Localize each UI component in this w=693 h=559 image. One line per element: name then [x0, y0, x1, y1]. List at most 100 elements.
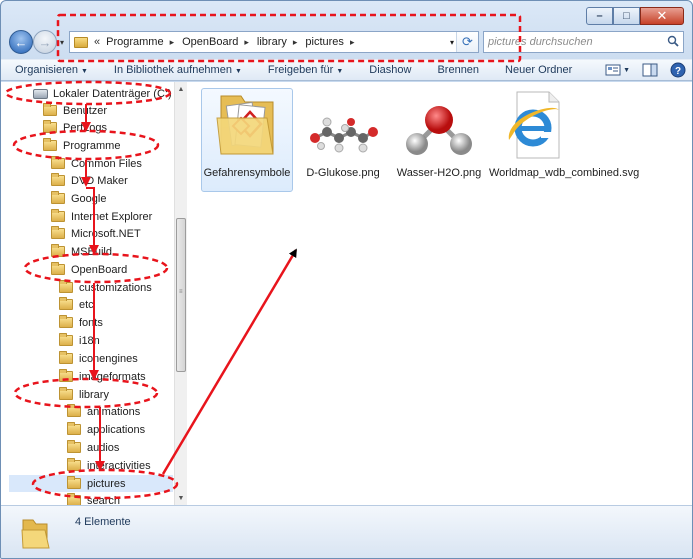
tree-item-audios[interactable]: audios: [67, 439, 119, 456]
tree-item-microsoft-net[interactable]: Microsoft.NET: [51, 225, 141, 242]
file-item-gefahrensymbole[interactable]: Gefahrensymbole: [201, 88, 293, 192]
scrollbar-thumb[interactable]: ≡: [176, 218, 186, 372]
tree-item-benutzer[interactable]: Benutzer: [43, 102, 107, 119]
command-bar: Organisieren ▼ In Bibliothek aufnehmen ▼ F…: [1, 59, 692, 81]
tree-item-applications[interactable]: applications: [67, 421, 145, 438]
details-pane: 4 Elemente: [1, 505, 692, 558]
tree-item-interactivities[interactable]: interactivities: [67, 457, 151, 474]
file-item-wasser-h2o[interactable]: Wasser-H2O.png: [393, 88, 485, 179]
grip-icon: ≡: [179, 289, 183, 295]
folder-icon: [51, 244, 65, 257]
address-history-dropdown[interactable]: ▾: [450, 38, 454, 47]
navigation-row: ← → ▾ « Programme ▸ OpenBoard ▸ library …: [7, 29, 686, 55]
caption-buttons: – □ ✕: [586, 7, 684, 25]
recent-pages-dropdown[interactable]: ▾: [60, 38, 64, 47]
burn-button[interactable]: Brennen: [437, 64, 479, 76]
file-label: Worldmap_wdb_combined.svg: [489, 167, 640, 179]
tree-item-iconengines[interactable]: iconengines: [59, 350, 138, 367]
content-area: Lokaler Datenträger (C:) Benutzer PerfLo…: [1, 82, 692, 505]
file-item-worldmap-svg[interactable]: Worldmap_wdb_combined.svg: [489, 88, 640, 179]
tree-item-search[interactable]: search: [67, 492, 120, 505]
file-label: D-Glukose.png: [306, 167, 380, 179]
folder-icon: [216, 95, 274, 155]
tree-item-dvd-maker[interactable]: DVD Maker: [51, 172, 128, 189]
molecule-image-icon: [406, 106, 472, 155]
tree-item-i18n[interactable]: i18n: [59, 332, 100, 349]
tree-item-pictures[interactable]: pictures: [9, 475, 173, 492]
chevron-right-icon[interactable]: ▸: [293, 37, 298, 48]
folder-icon: [21, 519, 50, 549]
folder-tree: Lokaler Datenträger (C:) Benutzer PerfLo…: [1, 82, 173, 505]
tree-scrollbar[interactable]: ▲ ≡ ▼: [174, 82, 187, 505]
chevron-right-icon[interactable]: ▸: [350, 37, 355, 48]
tree-item-local-disk[interactable]: Lokaler Datenträger (C:): [33, 85, 172, 102]
internet-explorer-icon: [508, 91, 560, 159]
folder-icon: [59, 351, 73, 364]
include-in-library-menu[interactable]: In Bibliothek aufnehmen ▼: [114, 64, 242, 76]
folder-icon: [51, 173, 65, 186]
scroll-down-arrow[interactable]: ▼: [175, 491, 187, 505]
folder-icon: [67, 440, 81, 453]
hard-drive-icon: [33, 88, 48, 99]
address-bar[interactable]: « Programme ▸ OpenBoard ▸ library ▸ pict…: [69, 31, 479, 53]
folder-icon: [59, 297, 73, 310]
maximize-button[interactable]: □: [613, 7, 640, 25]
folder-icon: [51, 262, 65, 275]
folder-icon: [59, 387, 73, 400]
chevron-right-icon[interactable]: ▸: [170, 37, 175, 48]
scroll-up-arrow[interactable]: ▲: [175, 82, 187, 96]
folder-icon: [51, 156, 65, 169]
folder-icon: [59, 333, 73, 346]
file-item-d-glukose[interactable]: D-Glukose.png: [297, 88, 389, 179]
breadcrumb-openboard[interactable]: OpenBoard: [182, 36, 238, 48]
svg-text:?: ?: [675, 66, 681, 77]
chevron-down-icon: ▼: [234, 68, 242, 75]
tree-item-openboard[interactable]: OpenBoard: [51, 261, 127, 278]
toolbar-right-group: ▼ ?: [605, 62, 686, 78]
share-with-menu[interactable]: Freigeben für ▼: [268, 64, 343, 76]
tree-item-internet-explorer[interactable]: Internet Explorer: [51, 208, 152, 225]
chevron-right-icon[interactable]: ▸: [244, 37, 249, 48]
tree-item-google[interactable]: Google: [51, 190, 106, 207]
file-list: Gefahrensymbole D-Glukose.png Wasser-H2O…: [197, 82, 692, 505]
tree-item-perflogs[interactable]: PerfLogs: [43, 119, 107, 136]
close-button[interactable]: ✕: [640, 7, 684, 25]
tree-item-imageformats[interactable]: imageformats: [59, 368, 146, 385]
folder-icon: [51, 209, 65, 222]
forward-button[interactable]: →: [33, 30, 57, 54]
breadcrumb-overflow[interactable]: «: [94, 36, 100, 48]
search-input[interactable]: pictures durchsuchen: [483, 31, 684, 53]
folder-icon: [74, 36, 88, 48]
breadcrumb-programme[interactable]: Programme: [106, 36, 163, 48]
back-button[interactable]: ←: [9, 30, 33, 54]
folder-icon: [43, 138, 57, 151]
navigation-pane: Lokaler Datenträger (C:) Benutzer PerfLo…: [1, 82, 187, 505]
tree-item-fonts[interactable]: fonts: [59, 314, 103, 331]
view-dropdown[interactable]: ▼: [623, 67, 630, 74]
minimize-button[interactable]: –: [586, 7, 613, 25]
folder-icon: [43, 103, 57, 116]
breadcrumb-library[interactable]: library: [257, 36, 287, 48]
folder-icon: [51, 226, 65, 239]
folder-icon: [43, 120, 57, 133]
breadcrumb-pictures[interactable]: pictures: [305, 36, 344, 48]
tree-item-library[interactable]: library: [59, 386, 109, 403]
tree-item-customizations[interactable]: customizations: [59, 279, 152, 296]
help-icon[interactable]: ?: [670, 62, 686, 78]
tree-item-common-files[interactable]: Common Files: [51, 155, 142, 172]
view-options-icon[interactable]: [605, 62, 621, 78]
new-folder-button[interactable]: Neuer Ordner: [505, 64, 572, 76]
folder-icon: [51, 191, 65, 204]
preview-pane-icon[interactable]: [642, 62, 658, 78]
tree-item-animations[interactable]: animations: [67, 403, 140, 420]
refresh-button[interactable]: ⟳: [456, 32, 478, 52]
organize-menu[interactable]: Organisieren ▼: [15, 64, 88, 76]
folder-icon: [67, 422, 81, 435]
tree-item-msbuild[interactable]: MSBuild: [51, 243, 112, 260]
tree-item-programme[interactable]: Programme: [43, 137, 120, 154]
tree-item-etc[interactable]: etc: [59, 296, 94, 313]
search-icon[interactable]: [667, 35, 679, 47]
folder-icon: [59, 315, 73, 328]
folder-icon: [67, 404, 81, 417]
slideshow-button[interactable]: Diashow: [369, 64, 411, 76]
